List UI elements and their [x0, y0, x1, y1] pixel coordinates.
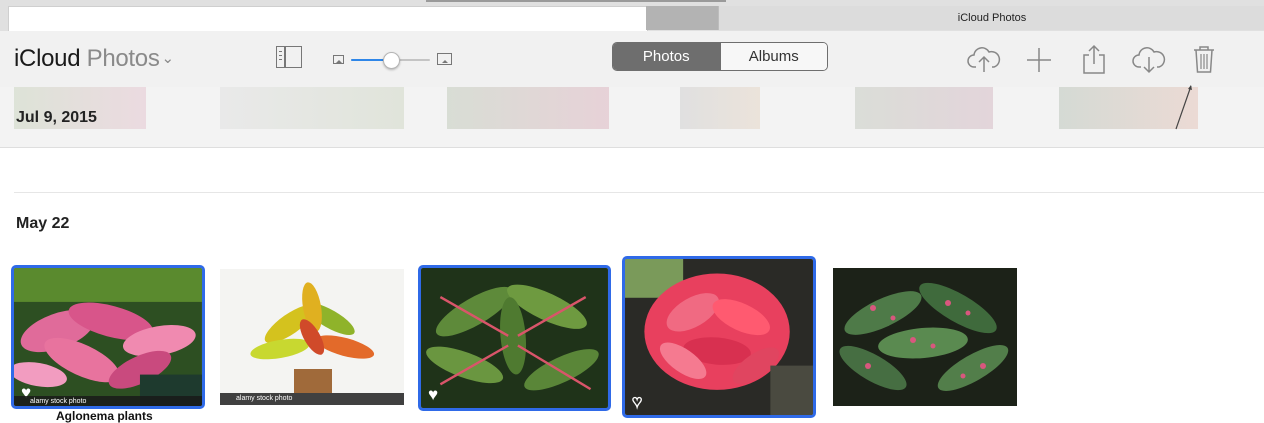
app-title[interactable]: iCloud Photos ⌄: [14, 45, 174, 73]
section-divider: [14, 192, 1264, 193]
photo-thumbnail[interactable]: ♥: [418, 265, 611, 411]
watermark: alamy stock photo: [14, 396, 202, 406]
browser-tab-icloud-photos[interactable]: iCloud Photos: [718, 6, 1264, 30]
browser-tab-strip: iCloud Photos: [0, 0, 1264, 32]
window-edge: [426, 0, 726, 2]
share-icon[interactable]: [1077, 43, 1111, 75]
section-name: Photos: [86, 45, 160, 72]
favorite-heart-icon[interactable]: ♥: [428, 386, 438, 403]
photo-caption: Aglonema plants: [56, 409, 153, 423]
faded-thumbnail: [680, 87, 760, 129]
zoom-slider[interactable]: [351, 52, 430, 69]
favorite-heart-icon[interactable]: ♥: [631, 392, 642, 410]
zoom-out-icon[interactable]: [333, 55, 344, 64]
section-header-jul: Jul 9, 2015: [0, 87, 1264, 148]
photo-thumbnail[interactable]: [833, 268, 1017, 406]
zoom-slider-thumb[interactable]: [382, 52, 400, 69]
sidebar-toggle-icon[interactable]: [276, 46, 302, 68]
section-title: Jul 9, 2015: [16, 109, 97, 126]
faded-thumbnail: [220, 87, 404, 129]
photo-thumbnail[interactable]: ♥: [622, 256, 816, 418]
download-icon[interactable]: [1132, 43, 1166, 75]
tab-albums[interactable]: Albums: [719, 43, 827, 70]
photo-thumbnail[interactable]: ♥ alamy stock photo: [11, 265, 205, 409]
zoom-in-icon[interactable]: [437, 53, 452, 65]
brand-name: iCloud: [14, 45, 81, 72]
browser-tab-title: iCloud Photos: [957, 12, 1027, 24]
view-switcher: Photos Albums: [612, 42, 828, 71]
app-toolbar: iCloud Photos ⌄ Photos Albums: [0, 31, 1264, 88]
watermark: alamy stock photo: [220, 393, 404, 405]
tab-photos[interactable]: Photos: [613, 43, 720, 70]
section-title: May 22: [16, 215, 70, 232]
mouse-cursor-line: [1175, 85, 1192, 130]
upload-icon[interactable]: [967, 43, 1001, 75]
faded-thumbnail: [447, 87, 609, 129]
faded-thumbnail: [855, 87, 993, 129]
trash-icon[interactable]: [1187, 43, 1221, 75]
browser-tab-inactive[interactable]: [646, 6, 718, 30]
browser-tab-active[interactable]: [8, 6, 648, 32]
add-icon[interactable]: [1022, 43, 1056, 75]
chevron-down-icon[interactable]: ⌄: [162, 50, 175, 67]
photo-thumbnail[interactable]: alamy stock photo: [220, 269, 404, 405]
